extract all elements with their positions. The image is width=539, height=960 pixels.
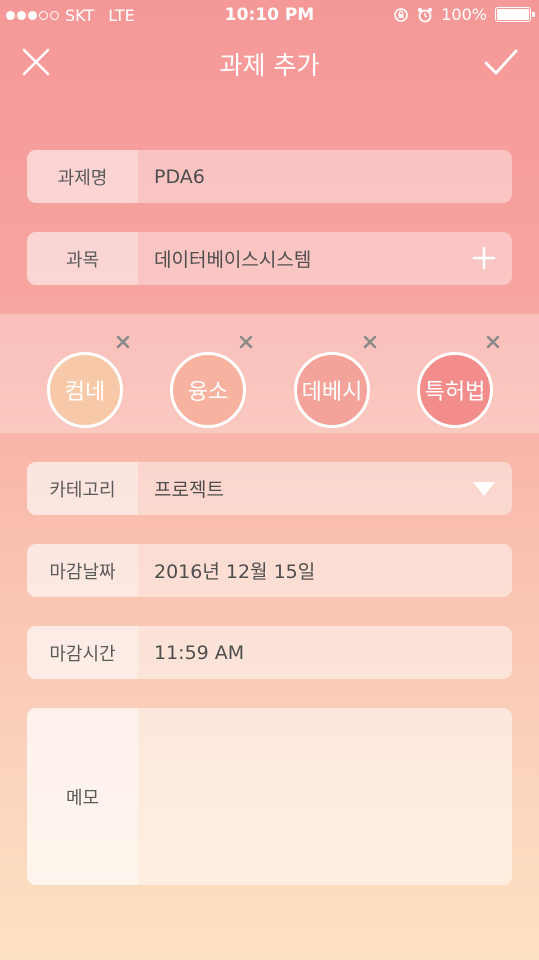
- remove-chip-icon[interactable]: [362, 334, 378, 350]
- status-right: 100%: [393, 5, 535, 24]
- status-bar: SKT LTE 10:10 PM 100%: [0, 0, 539, 30]
- memo-label: 메모: [27, 708, 138, 885]
- category-row: 카테고리 프로젝트: [27, 462, 512, 515]
- due-date-row: 마감날짜 2016년 12월 15일: [27, 544, 512, 597]
- chevron-down-icon[interactable]: [472, 481, 496, 497]
- subject-chip-label: 특허법: [417, 352, 493, 428]
- assignment-name-field[interactable]: PDA6: [138, 150, 512, 203]
- subject-chip[interactable]: 융소: [164, 334, 254, 428]
- memo-field[interactable]: [138, 708, 512, 885]
- alarm-icon: [418, 7, 433, 22]
- due-time-row: 마감시간 11:59 AM: [27, 626, 512, 679]
- subject-chip[interactable]: 특허법: [411, 334, 501, 428]
- assignment-name-label: 과제명: [27, 150, 138, 203]
- subject-value: 데이터베이스시스템: [154, 249, 312, 271]
- subject-chip-label: 데베시: [294, 352, 370, 428]
- due-time-field[interactable]: 11:59 AM: [138, 626, 512, 679]
- category-label: 카테고리: [27, 462, 138, 515]
- check-icon[interactable]: [483, 46, 519, 78]
- battery-percent: 100%: [441, 5, 487, 24]
- subject-chips-bar: 컴네 융소 데베시 특허법: [0, 314, 539, 433]
- category-select[interactable]: 프로젝트: [138, 462, 512, 515]
- add-subject-icon[interactable]: [472, 246, 496, 270]
- due-date-label: 마감날짜: [27, 544, 138, 597]
- rotation-lock-icon: [394, 7, 409, 22]
- remove-chip-icon[interactable]: [485, 334, 501, 350]
- battery-icon: [495, 7, 535, 22]
- remove-chip-icon[interactable]: [115, 334, 131, 350]
- assignment-name-row: 과제명 PDA6: [27, 150, 512, 203]
- page-title: 과제 추가: [219, 51, 320, 80]
- subject-label: 과목: [27, 232, 138, 285]
- category-value: 프로젝트: [154, 479, 224, 501]
- subject-chip[interactable]: 데베시: [288, 334, 378, 428]
- subject-row: 과목 데이터베이스시스템: [27, 232, 512, 285]
- subject-field[interactable]: 데이터베이스시스템: [138, 232, 512, 285]
- due-date-field[interactable]: 2016년 12월 15일: [138, 544, 512, 597]
- due-time-label: 마감시간: [27, 626, 138, 679]
- memo-row: 메모: [27, 708, 512, 885]
- remove-chip-icon[interactable]: [238, 334, 254, 350]
- subject-chip[interactable]: 컴네: [41, 334, 131, 428]
- subject-chip-label: 컴네: [47, 352, 123, 428]
- subject-chip-label: 융소: [170, 352, 246, 428]
